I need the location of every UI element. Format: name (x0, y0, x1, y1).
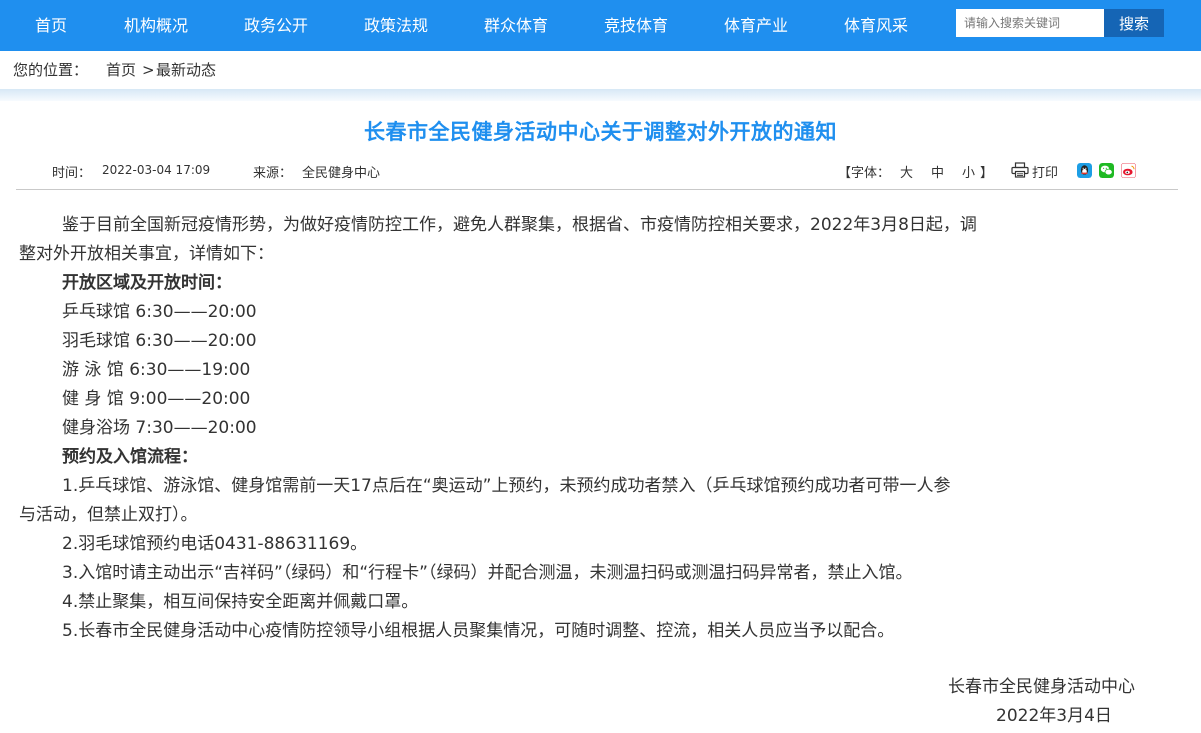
font-size-suffix: 】 (980, 166, 994, 181)
rule-5: 5.长春市全民健身活动中心疫情防控领导小组根据人员聚集情况，可随时调整、控流，相… (62, 621, 895, 641)
section-heading-booking: 预约及入馆流程： (62, 447, 198, 467)
hours-item: 乒乓球馆 6:30——20:00 (62, 302, 257, 322)
nav-item-government[interactable]: 政务公开 (244, 0, 308, 51)
nav-item-home[interactable]: 首页 (35, 0, 67, 51)
source-label: 来源： (253, 166, 293, 181)
search-input[interactable] (956, 9, 1104, 37)
article-title: 长春市全民健身活动中心关于调整对外开放的通知 (364, 120, 837, 144)
font-size-large-link[interactable]: 大 (900, 162, 913, 181)
rule-2: 2.羽毛球馆预约电话0431-88631169。 (62, 534, 368, 554)
breadcrumb-separator: > (142, 61, 155, 79)
nav-item-sports-gallery[interactable]: 体育风采 (844, 0, 908, 51)
wechat-share-icon[interactable] (1099, 163, 1114, 178)
breadcrumb-current: 最新动态 (156, 61, 217, 79)
top-nav: 首页 机构概况 政务公开 政策法规 群众体育 竞技体育 体育产业 体育风采 搜索 (0, 0, 1201, 51)
article-divider (16, 189, 1178, 190)
section-heading-hours: 开放区域及开放时间： (62, 273, 232, 293)
nav-item-sports-industry[interactable]: 体育产业 (724, 0, 788, 51)
print-link[interactable]: 打印 (1032, 162, 1058, 181)
rule-4: 4.禁止聚集，相互间保持安全距离并佩戴口罩。 (62, 592, 419, 612)
signature-date: 2022年3月4日 (996, 706, 1112, 726)
weibo-share-icon[interactable] (1121, 163, 1136, 178)
hours-item: 羽毛球馆 6:30——20:00 (62, 331, 257, 351)
hours-item: 健 身 馆 9:00——20:00 (62, 389, 251, 409)
nav-item-competitive-sports[interactable]: 竞技体育 (604, 0, 668, 51)
rule-1-line-2: 与活动，但禁止双打）。 (19, 505, 198, 525)
rule-3: 3.入馆时请主动出示“吉祥码”（绿码）和“行程卡”（绿码）并配合测温，未测温扫码… (62, 563, 913, 583)
breadcrumb-prefix: 您的位置： (13, 61, 89, 79)
nav-item-about[interactable]: 机构概况 (124, 0, 188, 51)
header-divider-band (0, 89, 1201, 101)
breadcrumb-home-link[interactable]: 首页 (106, 51, 136, 89)
nav-item-mass-sports[interactable]: 群众体育 (484, 0, 548, 51)
publish-time-label: 时间： (52, 166, 92, 181)
hours-item: 健身浴场 7:30——20:00 (62, 418, 257, 438)
font-size-medium-link[interactable]: 中 (931, 162, 944, 181)
font-size-prefix: 【字体： (838, 166, 891, 181)
qq-share-icon[interactable] (1077, 163, 1092, 178)
rule-1-line-1: 1.乒乓球馆、游泳馆、健身馆需前一天17点后在“奥运动”上预约，未预约成功者禁入… (62, 476, 951, 496)
source-value: 全民健身中心 (302, 166, 381, 181)
hours-item: 游 泳 馆 6:30——19:00 (62, 360, 251, 380)
nav-item-policy[interactable]: 政策法规 (364, 0, 428, 51)
breadcrumb: 您的位置： 首页 > 最新动态 (0, 51, 1201, 89)
signature: 长春市全民健身活动中心 (948, 677, 1135, 697)
publish-time: 2022-03-04 17:09 (102, 163, 211, 177)
font-size-small-link[interactable]: 小 (962, 162, 975, 181)
search-button[interactable]: 搜索 (1104, 9, 1164, 37)
intro-paragraph-line-1: 鉴于目前全国新冠疫情形势，为做好疫情防控工作，避免人群聚集，根据省、市疫情防控相… (62, 215, 977, 235)
printer-icon[interactable] (1011, 162, 1029, 178)
intro-paragraph-line-2: 整对外开放相关事宜，详情如下： (19, 244, 274, 264)
